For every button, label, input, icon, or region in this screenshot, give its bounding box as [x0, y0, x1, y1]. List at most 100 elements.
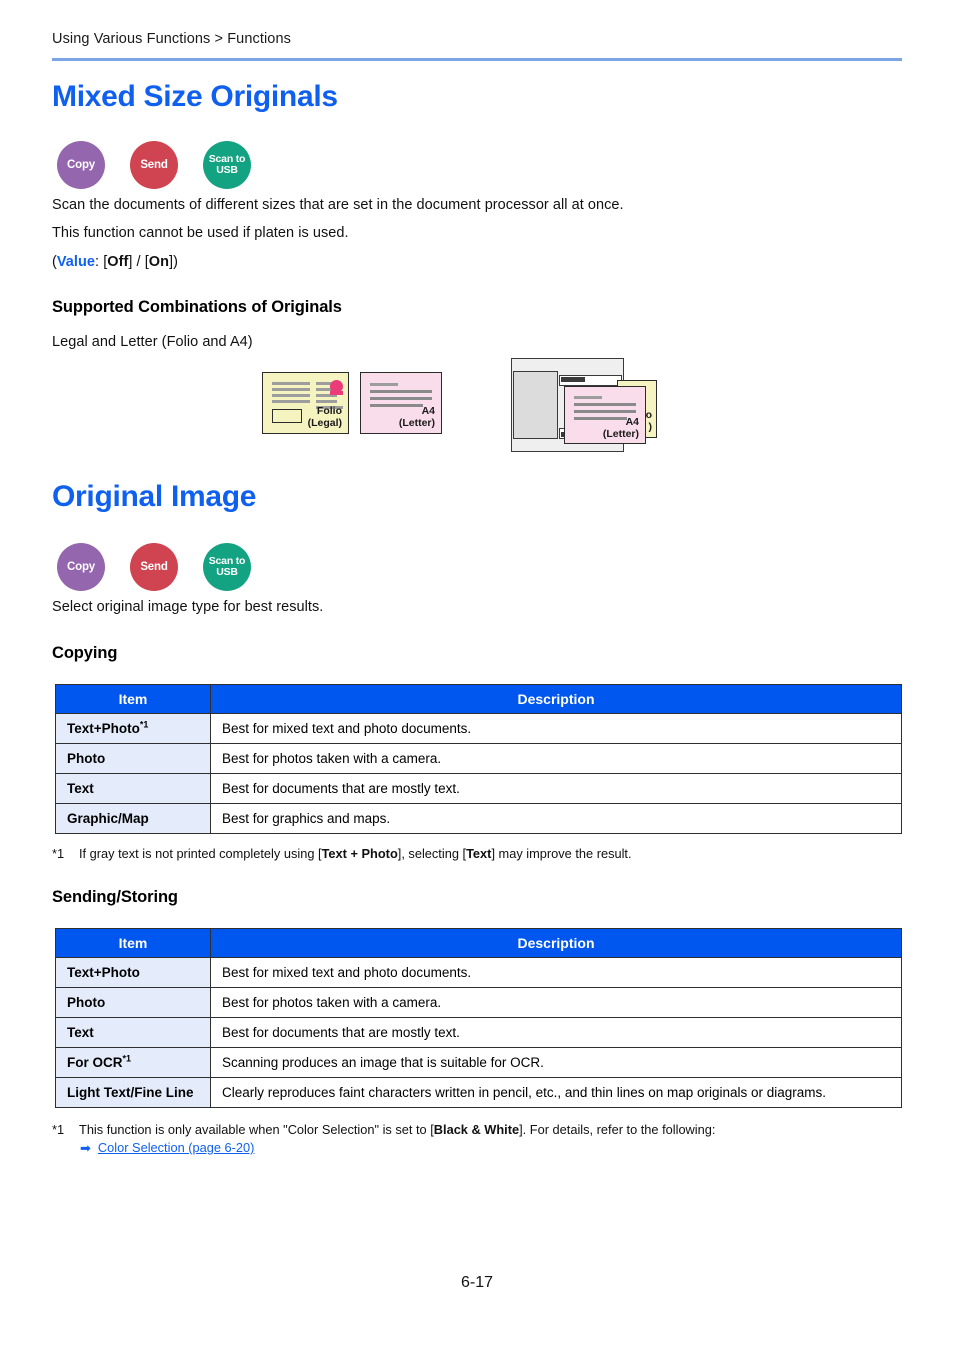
column-header-item: Item: [55, 928, 211, 958]
original-image-paragraph-1: Select original image type for best resu…: [52, 599, 324, 615]
badge-scan-line2: USB: [216, 164, 238, 176]
cell-item-text: Photo: [67, 995, 106, 1010]
subheading-copying: Copying: [52, 644, 118, 662]
page-title-original-image: Original Image: [52, 480, 257, 513]
footnote-part-2: ], selecting [: [397, 846, 467, 861]
subheading-sending-storing: Sending/Storing: [52, 888, 178, 906]
footnote-marker-label: *1: [52, 1122, 65, 1137]
illustration-document-processor: o ) A4 (Letter): [511, 358, 661, 456]
cell-item: Photo: [55, 743, 211, 774]
badge-copy-label: Copy: [67, 158, 95, 171]
stacked-folio-label: o ): [646, 409, 652, 433]
folio-box: [272, 409, 302, 423]
footnote-part-1: This function is only available when "Co…: [79, 1122, 434, 1137]
table-row: Text Best for documents that are mostly …: [55, 1017, 902, 1048]
subheading-supported-combinations: Supported Combinations of Originals: [52, 298, 342, 316]
badge-scan-to-usb-label: Scan to USB: [209, 555, 246, 578]
cell-item-text: Text: [67, 781, 94, 796]
cell-item-text: Photo: [67, 751, 106, 766]
cell-description: Best for documents that are mostly text.: [210, 1017, 902, 1048]
value-close-paren: ]): [169, 254, 178, 270]
footnote-marker-label: *1: [52, 846, 65, 861]
sheet-a4-label: A4 (Letter): [399, 405, 435, 429]
cell-description: Best for graphics and maps.: [210, 803, 902, 834]
table-row: Graphic/Map Best for graphics and maps.: [55, 803, 902, 834]
footnote-part-3: ] may improve the result.: [491, 846, 632, 861]
cell-item-text: Graphic/Map: [67, 811, 149, 826]
badge-send: Send: [130, 141, 178, 189]
column-header-item: Item: [55, 684, 211, 714]
cell-item: For OCR*1: [55, 1047, 211, 1078]
table-row: For OCR*1 Scanning produces an image tha…: [55, 1047, 902, 1078]
badge-scan-to-usb-label: Scan to USB: [209, 153, 246, 176]
cell-item: Text+Photo*1: [55, 713, 211, 744]
sheet-a4-label-line2: (Letter): [398, 416, 435, 429]
footnote-sending-storing: *1 This function is only available when "…: [52, 1122, 715, 1137]
sheet-folio-label-line1: Folio: [316, 404, 342, 417]
document-page: Using Various Functions > Functions Mixe…: [0, 0, 954, 1350]
stacked-a4-label-line2: (Letter): [602, 427, 639, 440]
cell-description: Best for photos taken with a camera.: [210, 743, 902, 774]
cell-description: Scanning produces an image that is suita…: [210, 1047, 902, 1078]
badge-scan-to-usb: Scan to USB: [203, 141, 251, 189]
table-row: Text+Photo Best for mixed text and photo…: [55, 957, 902, 988]
cell-item: Light Text/Fine Line: [55, 1077, 211, 1108]
cell-item-text: Text: [67, 1025, 94, 1040]
table-row: Text Best for documents that are mostly …: [55, 773, 902, 804]
header-divider: [52, 58, 902, 61]
cell-item-text: Text+Photo: [67, 721, 140, 736]
stacked-a4-label: A4 (Letter): [603, 416, 639, 440]
page-number: 6-17: [460, 1274, 494, 1291]
cell-description: Best for documents that are mostly text.: [210, 773, 902, 804]
badge-send-label: Send: [140, 158, 168, 171]
link-color-selection[interactable]: Color Selection (page 6-20): [98, 1140, 255, 1155]
footnote-marker: *1: [122, 1053, 132, 1064]
cell-description: Best for mixed text and photo documents.: [210, 957, 902, 988]
stacked-sheet-a4: A4 (Letter): [564, 386, 646, 444]
table-row: Photo Best for photos taken with a camer…: [55, 743, 902, 774]
table-header-row: Item Description: [55, 684, 902, 714]
badge-scan-to-usb: Scan to USB: [203, 543, 251, 591]
table-sending-storing: Item Description Text+Photo Best for mix…: [55, 928, 902, 1108]
mixed-size-paragraph-1: Scan the documents of different sizes th…: [52, 197, 624, 213]
cell-item: Text: [55, 1017, 211, 1048]
table-row: Light Text/Fine Line Clearly reproduces …: [55, 1077, 902, 1108]
footnote-marker: *1: [139, 719, 149, 730]
value-separator: ] / [: [128, 254, 149, 270]
cell-description: Clearly reproduces faint characters writ…: [210, 1077, 902, 1108]
table-header-row: Item Description: [55, 928, 902, 958]
footnote-bold-1: Black & White: [433, 1122, 520, 1137]
cell-item: Text: [55, 773, 211, 804]
value-colon: : [: [95, 254, 108, 270]
sheet-folio-label: Folio (Legal): [308, 405, 342, 429]
footnote-bold-1: Text + Photo: [321, 846, 398, 861]
table-row: Text+Photo*1 Best for mixed text and pho…: [55, 713, 902, 744]
badge-copy-label: Copy: [67, 560, 95, 573]
footnote-part-2: ]. For details, refer to the following:: [519, 1122, 716, 1137]
value-label: Value: [56, 254, 96, 270]
cell-description: Best for photos taken with a camera.: [210, 987, 902, 1018]
value-option-off: Off: [107, 254, 129, 270]
mixed-size-value-line: (Value: [Off] / [On]): [52, 254, 178, 270]
stacked-a4-label-line1: A4: [625, 415, 639, 428]
footnote-bold-2: Text: [466, 846, 492, 861]
cross-reference-link-row[interactable]: ➡ Color Selection (page 6-20): [80, 1140, 254, 1156]
value-option-on: On: [148, 254, 170, 270]
column-header-description: Description: [210, 684, 902, 714]
column-header-description: Description: [210, 928, 902, 958]
badge-scan-line2: USB: [216, 566, 238, 578]
cell-description: Best for mixed text and photo documents.: [210, 713, 902, 744]
breadcrumb: Using Various Functions > Functions: [52, 31, 291, 47]
sheet-a4: A4 (Letter): [360, 372, 442, 434]
cell-item: Text+Photo: [55, 957, 211, 988]
badge-send: Send: [130, 543, 178, 591]
combination-text: Legal and Letter (Folio and A4): [52, 334, 253, 350]
badge-copy: Copy: [57, 543, 105, 591]
arrow-right-icon: ➡: [80, 1140, 91, 1156]
cell-item: Graphic/Map: [55, 803, 211, 834]
sheet-folio: Folio (Legal): [262, 372, 349, 434]
footnote-part-1: If gray text is not printed completely u…: [79, 846, 322, 861]
badge-copy: Copy: [57, 141, 105, 189]
mixed-size-paragraph-2: This function cannot be used if platen i…: [52, 225, 349, 241]
cell-item-text: Text+Photo: [67, 965, 140, 980]
